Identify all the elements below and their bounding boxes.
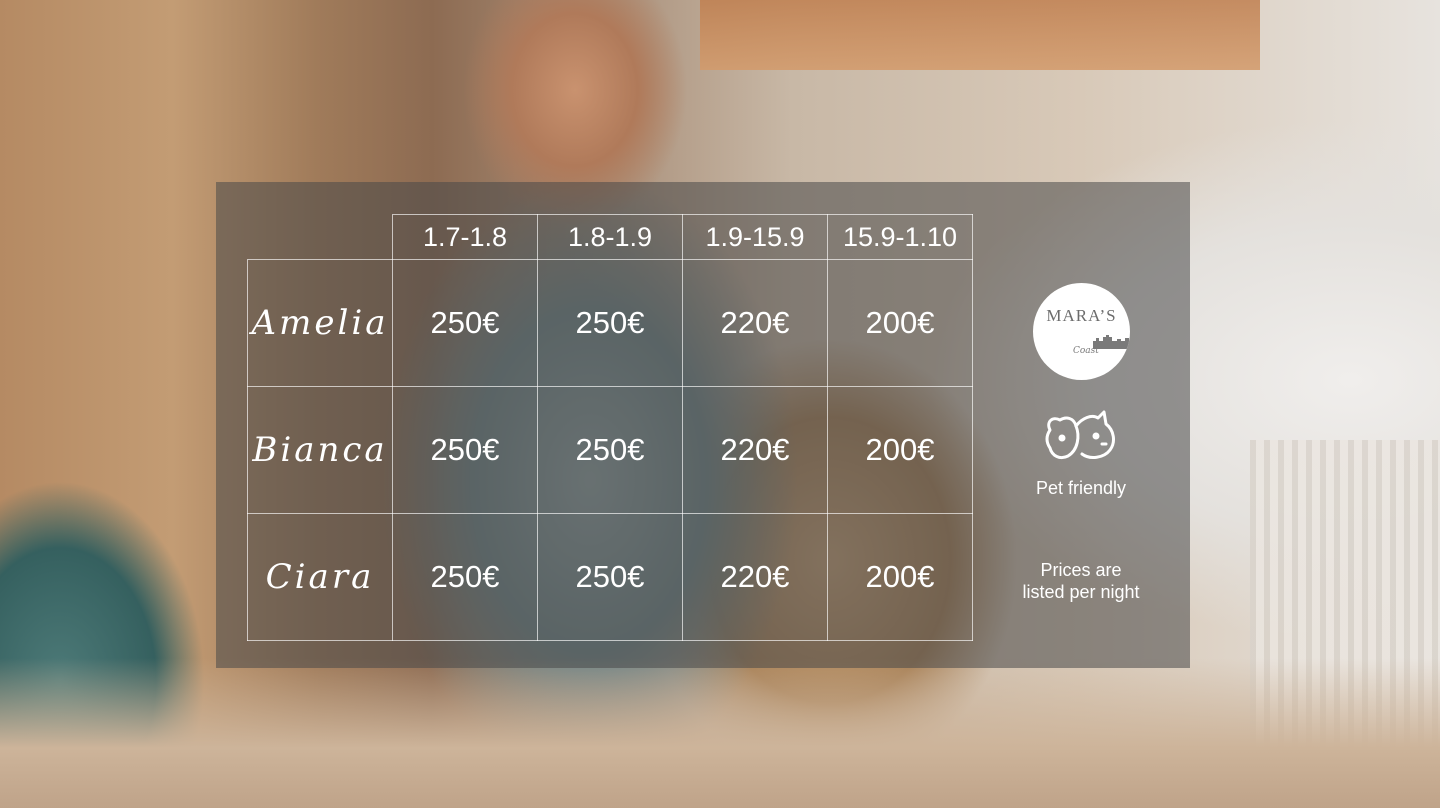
price-cell: 250€ <box>392 513 538 641</box>
price-cell: 200€ <box>827 386 973 514</box>
table-row: Ciara 250€ 250€ 220€ 200€ <box>247 513 973 641</box>
price-cell: 250€ <box>537 259 683 387</box>
price-cell: 220€ <box>682 259 828 387</box>
period-header: 1.8-1.9 <box>537 214 683 260</box>
background-floor <box>0 658 1440 808</box>
background-beam <box>700 0 1260 70</box>
price-cell: 220€ <box>682 386 828 514</box>
period-header: 1.9-15.9 <box>682 214 828 260</box>
room-name: Bianca <box>247 386 393 514</box>
price-cell: 250€ <box>537 513 683 641</box>
table-corner <box>247 214 393 260</box>
price-cell: 250€ <box>392 386 538 514</box>
price-table: 1.7-1.8 1.8-1.9 1.9-15.9 15.9-1.10 Ameli… <box>247 214 973 641</box>
price-cell: 250€ <box>537 386 683 514</box>
pet-icon <box>1045 410 1115 460</box>
table-row: Amelia 250€ 250€ 220€ 200€ <box>247 259 973 387</box>
pet-friendly-label: Pet friendly <box>1035 478 1127 498</box>
table-header-row: 1.7-1.8 1.8-1.9 1.9-15.9 15.9-1.10 <box>247 214 973 260</box>
maras-coast-logo: MARA’S Coast <box>1033 283 1130 380</box>
price-cell: 250€ <box>392 259 538 387</box>
price-note: Prices are listed per night <box>1000 559 1162 603</box>
period-header: 15.9-1.10 <box>827 214 973 260</box>
price-note-line: Prices are <box>1040 560 1122 580</box>
period-header: 1.7-1.8 <box>392 214 538 260</box>
price-cell: 200€ <box>827 513 973 641</box>
price-cell: 200€ <box>827 259 973 387</box>
table-row: Bianca 250€ 250€ 220€ 200€ <box>247 386 973 514</box>
logo-title: MARA’S <box>1046 306 1117 325</box>
price-note-line: listed per night <box>1022 582 1140 602</box>
logo-subtitle: Coast <box>1073 346 1099 356</box>
room-name: Amelia <box>247 259 393 387</box>
room-name: Ciara <box>247 513 393 641</box>
price-cell: 220€ <box>682 513 828 641</box>
